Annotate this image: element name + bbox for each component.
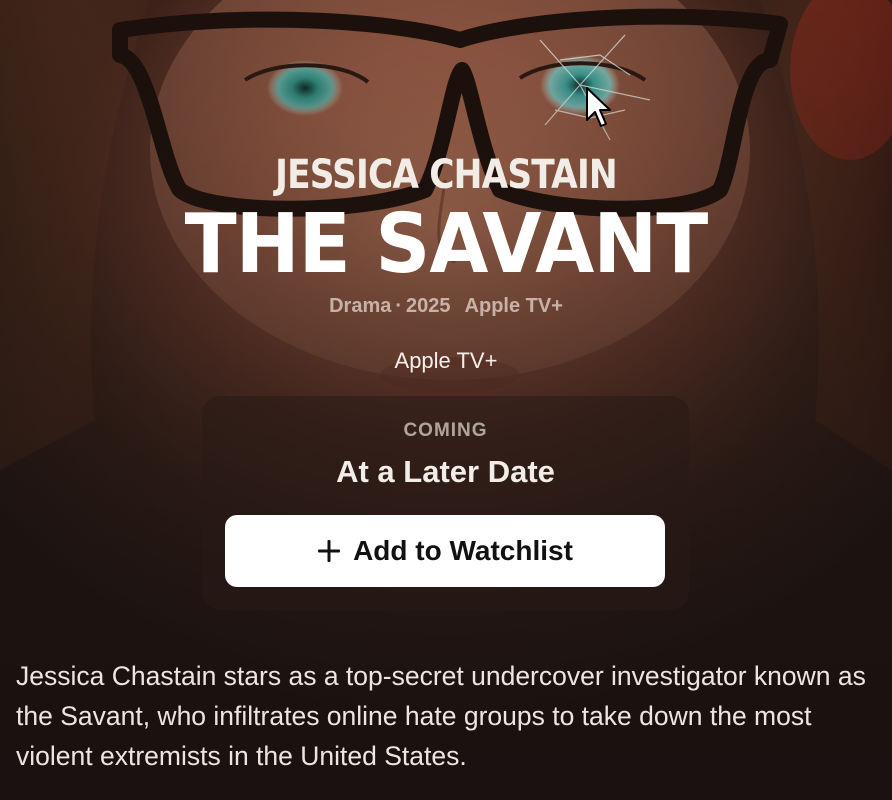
add-to-watchlist-button[interactable]: Add to Watchlist <box>225 515 665 587</box>
show-detail-screen: JESSICA CHASTAIN THE SAVANT Drama · 2025 Ap… <box>0 0 892 800</box>
meta-separator: · <box>395 295 403 317</box>
watchlist-button-label: Add to Watchlist <box>353 535 573 566</box>
service-label: Apple TV+ <box>464 295 563 317</box>
actor-name: JESSICA CHASTAIN <box>275 152 617 198</box>
channel-label: Apple TV+ <box>394 348 498 373</box>
mouse-cursor-icon <box>586 87 611 127</box>
year-label: 2025 <box>406 295 451 317</box>
genre-label: Drama <box>329 295 392 317</box>
show-metadata: Drama · 2025 Apple TV+ <box>0 292 892 320</box>
status-label: COMING <box>403 420 488 441</box>
plus-icon <box>318 540 341 562</box>
title-block: JESSICA CHASTAIN THE SAVANT <box>0 150 892 286</box>
release-date-label: At a Later Date <box>336 454 555 489</box>
show-title: THE SAVANT <box>184 197 709 292</box>
availability-card: COMING At a Later Date Add to Watchlist <box>202 396 689 610</box>
show-synopsis: Jessica Chastain stars as a top-secret u… <box>16 661 866 771</box>
